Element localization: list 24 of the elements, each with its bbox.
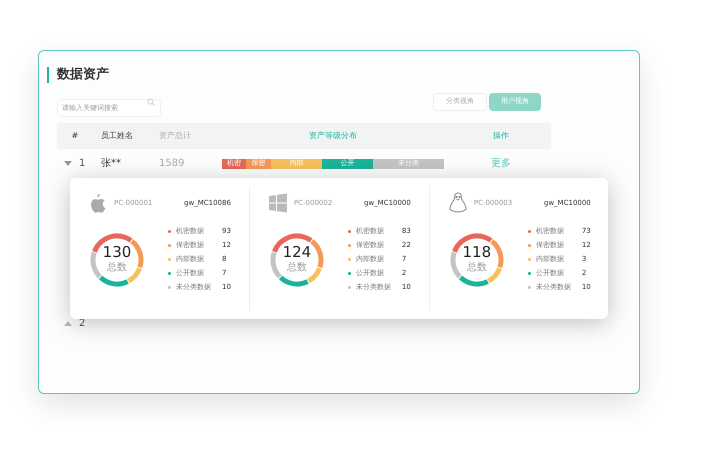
row-index: 1 (79, 157, 86, 171)
donut-ring-drawing (88, 230, 146, 288)
column-header: 员工姓名 (100, 130, 134, 142)
expand-caret-icon[interactable] (64, 161, 72, 166)
employee-name: 张** (101, 158, 121, 169)
total-label: 总数 (286, 262, 307, 274)
column-header: 资产总计 (159, 130, 192, 142)
column-header: # (70, 130, 80, 142)
asset-total: 1589 (159, 158, 184, 169)
donut-ring-drawing (448, 230, 506, 288)
more-link[interactable]: 更多 (491, 158, 511, 169)
column-header: 操作 (492, 130, 510, 142)
total-count: 118 (462, 244, 492, 260)
total-label: 总数 (466, 262, 487, 274)
windows-icon (268, 193, 288, 213)
total-label: 总数 (107, 262, 127, 274)
penguin-icon (448, 192, 468, 214)
column-header: 资产等级分布 (308, 130, 358, 142)
total-count: 124 (282, 244, 312, 260)
total-count: 130 (102, 244, 132, 260)
search-icon (147, 98, 155, 106)
donut-ring-drawing (268, 230, 326, 288)
panel-title: 数据资产 (57, 66, 109, 84)
apple-icon (88, 193, 106, 213)
